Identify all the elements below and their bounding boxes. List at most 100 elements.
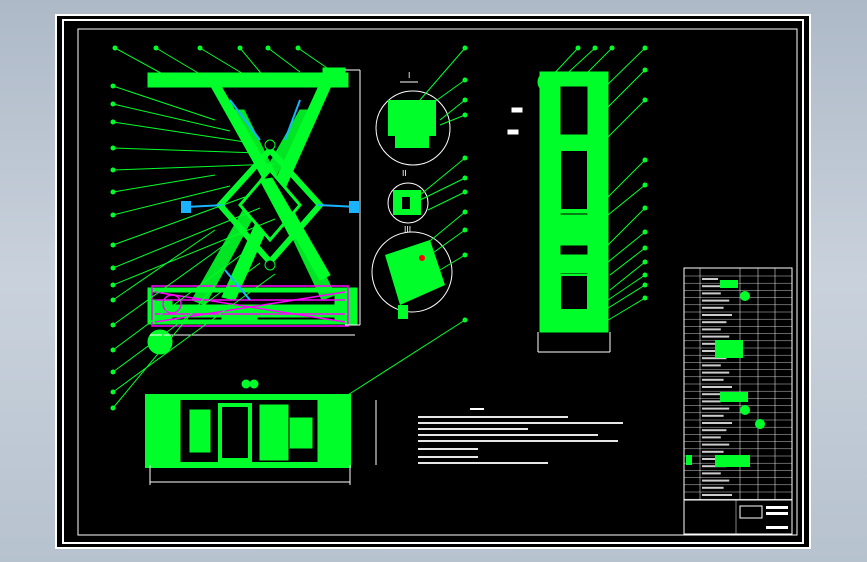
balloon-marker [642, 205, 648, 211]
balloon-marker [110, 145, 116, 151]
balloon-marker [112, 45, 118, 51]
note-line-5 [418, 440, 618, 442]
bom-green-1 [720, 280, 738, 288]
note-line-1 [418, 416, 568, 418]
balloon-marker [110, 369, 116, 375]
balloon-marker [462, 209, 468, 215]
wheel [147, 329, 173, 355]
top-view-member-4 [289, 417, 313, 449]
balloon-marker [642, 229, 648, 235]
balloon-marker [642, 97, 648, 103]
bom-green-3 [715, 340, 743, 358]
balloon-marker [462, 189, 468, 195]
balloon-marker [462, 112, 468, 118]
balloon-marker [592, 45, 598, 51]
balloon-marker [642, 272, 648, 278]
bom-row-text [702, 407, 730, 410]
bom-green-5 [740, 405, 750, 415]
top-view-left-end [149, 396, 181, 466]
detail-red-mark [419, 255, 425, 261]
balloon-marker [110, 282, 116, 288]
balloon-marker [110, 189, 116, 195]
balloon-marker [642, 282, 648, 288]
balloon-marker [110, 212, 116, 218]
balloon-marker [462, 97, 468, 103]
balloon-marker [642, 45, 648, 51]
balloon-marker [265, 45, 271, 51]
bom-row-text [702, 306, 724, 309]
bom-green-4 [720, 392, 748, 402]
side-center-block [555, 214, 593, 246]
note-line-4 [418, 434, 598, 436]
side-bracket-right [349, 201, 359, 213]
bom-row-text [702, 328, 721, 331]
bom-green-8 [686, 455, 692, 465]
bom-row-text [702, 450, 724, 453]
bom-row-text [702, 299, 730, 302]
bom-row-text [702, 422, 732, 424]
balloon-marker [110, 119, 116, 125]
balloon-marker [110, 167, 116, 173]
detail-label-1: I [408, 71, 410, 80]
title-block [683, 499, 793, 535]
balloon-marker [110, 322, 116, 328]
side-cross-3 [539, 254, 609, 274]
balloon-marker [110, 405, 116, 411]
balloon-marker [110, 242, 116, 248]
side-tag-1 [511, 107, 523, 113]
top-view-member-3 [259, 404, 289, 461]
title-block-text-3 [766, 526, 788, 529]
detail-part-2-hole [402, 197, 410, 209]
balloon-marker [110, 347, 116, 353]
balloon-marker [575, 45, 581, 51]
bom-row-text [702, 429, 727, 432]
bom-row-text [702, 400, 721, 403]
bom-row-text [702, 472, 721, 475]
balloon-marker [110, 297, 116, 303]
balloon-marker [197, 45, 203, 51]
top-view-member-1 [189, 409, 211, 453]
balloon-marker [295, 45, 301, 51]
note-line-6 [418, 448, 478, 450]
bom-row-text [702, 479, 730, 482]
balloon-marker [462, 252, 468, 258]
balloon-marker [642, 67, 648, 73]
detail-label-3: III [404, 225, 411, 234]
note-line-8 [418, 462, 548, 464]
bom-row-text [702, 314, 732, 316]
detail-part-1b [395, 136, 429, 148]
bom-row-text [702, 371, 730, 374]
bom-row-text [702, 436, 721, 439]
balloon-marker [642, 157, 648, 163]
bom-row-text [702, 414, 724, 417]
note-line-3 [418, 428, 528, 430]
balloon-marker [642, 245, 648, 251]
base-end-right [334, 289, 354, 323]
balloon-marker [462, 77, 468, 83]
balloon-marker [110, 265, 116, 271]
detail-part-1 [388, 100, 436, 136]
side-window-lower [559, 274, 589, 311]
detail-part-3b [398, 305, 408, 319]
notes-title [470, 408, 484, 410]
bom-row-text [702, 386, 732, 388]
bom-row-text [702, 494, 732, 496]
bom-row-text [702, 378, 724, 381]
balloon-marker [110, 389, 116, 395]
balloon-marker [462, 175, 468, 181]
detail-label-2: II [402, 169, 407, 178]
note-line-7 [418, 456, 478, 458]
top-roller [322, 67, 346, 79]
drawing-canvas[interactable]: I II III [0, 0, 867, 562]
balloon-marker [153, 45, 159, 51]
balloon-marker [110, 101, 116, 107]
bom-row-text [702, 443, 730, 446]
balloon-marker [110, 83, 116, 89]
bom-row-text [702, 364, 721, 367]
bom-green-7 [715, 455, 750, 467]
pin-top [264, 139, 276, 151]
side-bracket-left [181, 201, 191, 213]
side-base [539, 309, 609, 333]
balloon-marker [462, 317, 468, 323]
top-view-circle-a [241, 379, 251, 389]
